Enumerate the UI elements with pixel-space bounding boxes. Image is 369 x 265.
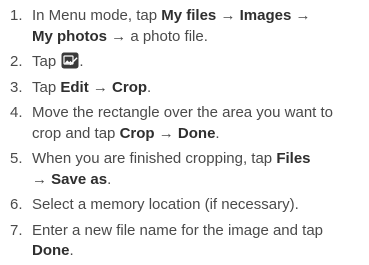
step-text-segment: . xyxy=(107,170,112,188)
step-3: 3. Tap Edit → Crop. xyxy=(10,78,361,99)
ui-term-crop: Crop xyxy=(119,124,155,142)
step-4: 4. Move the rectangle over the area you … xyxy=(10,103,361,144)
edit-image-icon xyxy=(61,52,79,69)
step-text: Enter a new file name for the image and … xyxy=(32,221,361,262)
ui-term-done: Done xyxy=(177,124,216,142)
step-text: Tap . xyxy=(32,52,361,73)
step-text-segment: Tap xyxy=(32,53,61,70)
arrow-separator: → xyxy=(154,124,178,142)
step-text: In Menu mode, tap My files → Images → My… xyxy=(32,6,361,47)
step-number: 6. xyxy=(10,196,23,213)
ui-term-crop: Crop xyxy=(112,78,148,96)
step-7: 7. Enter a new file name for the image a… xyxy=(10,221,361,262)
instruction-document: 1. In Menu mode, tap My files → Images →… xyxy=(0,0,369,265)
ui-term-my-photos: My photos xyxy=(32,27,107,45)
step-text-segment: . xyxy=(79,53,84,70)
step-text: Move the rectangle over the area you wan… xyxy=(32,103,361,144)
step-2: 2. Tap . xyxy=(10,52,361,73)
ui-term-files: Files xyxy=(276,150,311,167)
arrow-separator: → xyxy=(88,78,113,96)
step-text-segment: Enter a new file name for the image and … xyxy=(32,221,324,239)
step-text-segment: → a photo file. xyxy=(107,27,208,45)
step-text: Tap Edit → Crop. xyxy=(32,78,361,99)
arrow-separator: → xyxy=(216,7,240,24)
ui-term-my-files: My files xyxy=(161,7,217,24)
ui-term-done: Done xyxy=(32,242,70,259)
step-number: 7. xyxy=(10,221,23,239)
step-number: 3. xyxy=(10,78,23,96)
step-5: 5. When you are finished cropping, tap F… xyxy=(10,149,361,190)
step-number: 2. xyxy=(10,53,23,70)
step-text-segment: . xyxy=(147,78,152,96)
step-text-segment: . xyxy=(215,124,220,142)
step-text-segment: . xyxy=(69,242,74,259)
step-1: 1. In Menu mode, tap My files → Images →… xyxy=(10,6,361,47)
step-number: 1. xyxy=(10,7,23,24)
ui-term-images: Images xyxy=(239,7,292,24)
steps-list: 1. In Menu mode, tap My files → Images →… xyxy=(10,6,361,262)
ui-term-edit: Edit xyxy=(60,78,89,96)
step-text: When you are finished cropping, tap File… xyxy=(32,149,361,190)
ui-term-save-as: Save as xyxy=(51,170,108,188)
step-text-segment: When you are finished cropping, tap xyxy=(32,150,277,167)
arrow-separator: → xyxy=(32,170,52,188)
step-text-segment: In Menu mode, tap xyxy=(32,7,162,24)
step-6: 6. Select a memory location (if necessar… xyxy=(10,195,361,216)
arrow-separator: → xyxy=(291,7,311,24)
step-number: 5. xyxy=(10,150,23,167)
step-text-segment: Tap xyxy=(32,78,61,96)
step-number: 4. xyxy=(10,104,23,121)
step-text: Select a memory location (if necessary). xyxy=(32,196,299,213)
